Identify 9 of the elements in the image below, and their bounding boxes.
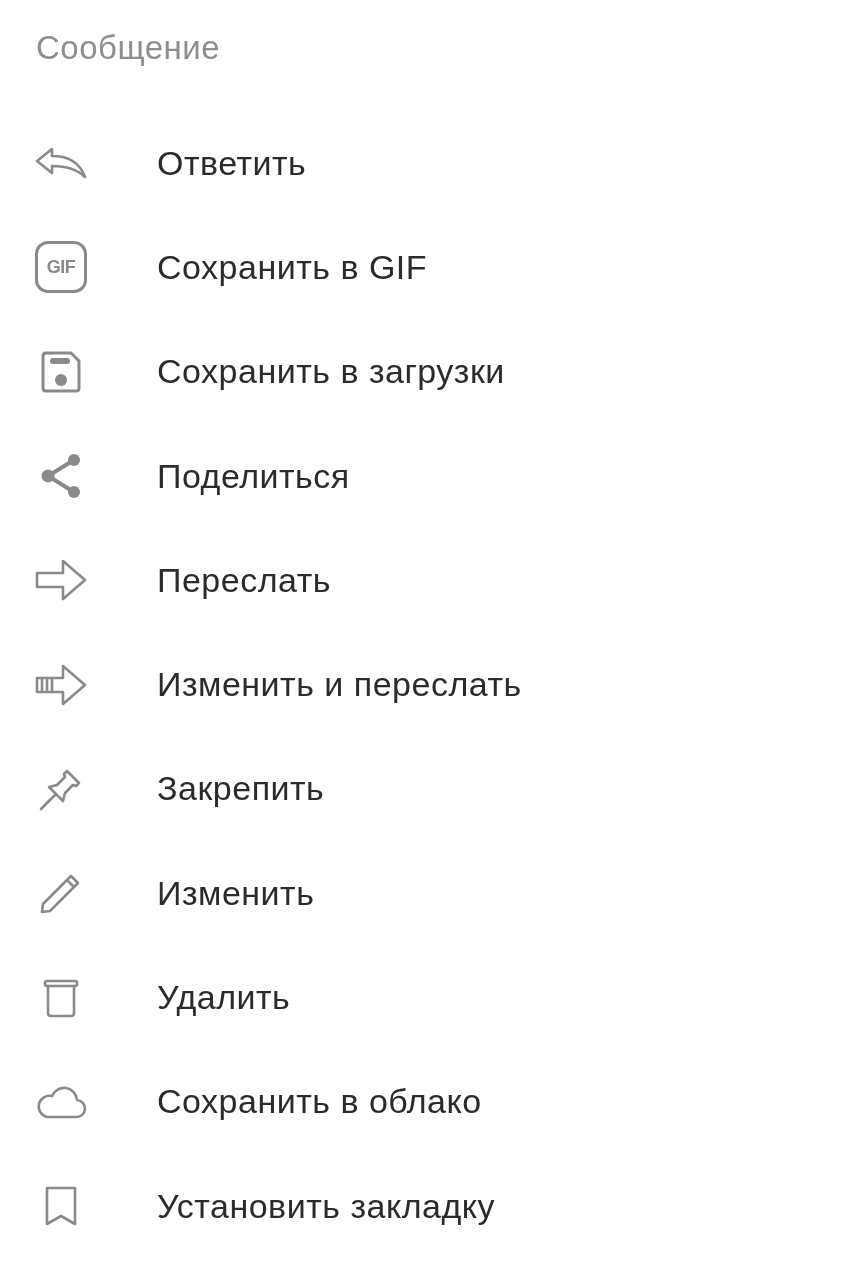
share-icon (40, 453, 82, 500)
right-arrow-icon (35, 559, 87, 602)
reply-icon (35, 147, 87, 180)
trash-can-icon (43, 977, 79, 1018)
striped-arrow-icon (35, 663, 87, 706)
bookmark-icon (43, 1185, 79, 1228)
gif-icon: GIF (35, 241, 87, 294)
menu-title: Сообщение (36, 28, 221, 68)
cloud-icon (35, 1084, 87, 1119)
